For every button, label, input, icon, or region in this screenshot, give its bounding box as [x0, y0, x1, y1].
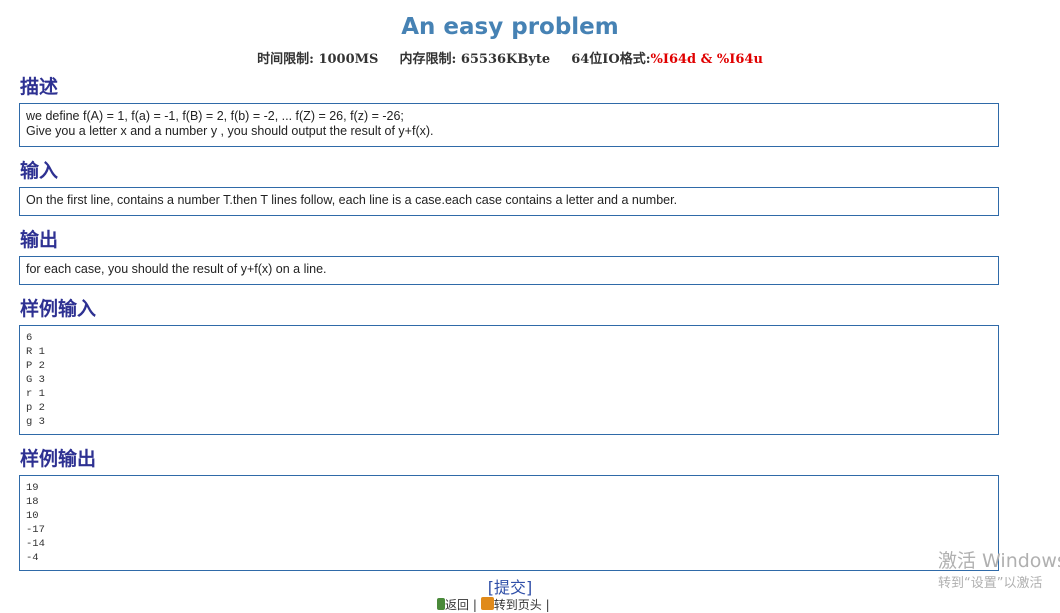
input-box: On the first line, contains a number T.t… — [19, 187, 999, 216]
time-limit-value: 1000MS — [318, 52, 379, 67]
top-link-label: 转到页头 — [493, 598, 542, 612]
description-line-2: Give you a letter x and a number y , you… — [26, 124, 434, 138]
back-link[interactable]: 返回 — [437, 598, 469, 612]
io-format-value: %I64d & %I64u — [650, 52, 763, 67]
bottom-links: 返回 | 转到页头 | — [437, 596, 550, 613]
problem-limits: 时间限制: 1000MS 内存限制: 65536KByte 64位IO格式:%I… — [0, 48, 1020, 67]
windows-activation-watermark: 激活 Windows 转到“设置”以激活 — [938, 549, 1060, 593]
submit-link[interactable]: 提交 — [494, 578, 526, 597]
sample-output-heading: 样例输出 — [20, 448, 97, 470]
output-box: for each case, you should the result of … — [19, 256, 999, 285]
link-separator: | — [472, 598, 477, 612]
watermark-line-1: 激活 Windows — [938, 550, 1060, 572]
sample-input-box: 6 R 1 P 2 G 3 r 1 p 2 g 3 — [19, 325, 999, 435]
sample-input-text: 6 R 1 P 2 G 3 r 1 p 2 g 3 — [26, 332, 45, 428]
time-limit-label: 时间限制: — [257, 52, 314, 67]
io-format-label: 64位IO格式: — [571, 52, 651, 67]
link-separator-end: | — [545, 598, 550, 612]
output-text: for each case, you should the result of … — [26, 262, 327, 276]
input-text: On the first line, contains a number T.t… — [26, 193, 678, 207]
back-link-label: 返回 — [445, 598, 470, 612]
sample-input-heading: 样例输入 — [20, 298, 97, 320]
back-arrow-icon — [437, 598, 445, 610]
submit-area: [提交] — [487, 578, 533, 597]
description-heading: 描述 — [20, 76, 59, 98]
input-heading: 输入 — [20, 160, 59, 182]
sample-output-box: 19 18 10 -17 -14 -4 — [19, 475, 999, 571]
sample-output-text: 19 18 10 -17 -14 -4 — [26, 482, 45, 564]
watermark-line-2: 转到“设置”以激活 — [938, 576, 1043, 591]
output-heading: 输出 — [20, 229, 59, 251]
top-link[interactable]: 转到页头 — [480, 597, 542, 612]
problem-title: An easy problem — [401, 14, 619, 40]
memory-limit-label: 内存限制: — [399, 52, 457, 67]
up-arrow-icon — [480, 597, 494, 610]
memory-limit-value: 65536KByte — [460, 52, 551, 67]
description-line-1: we define f(A) = 1, f(a) = -1, f(B) = 2,… — [26, 109, 404, 123]
description-box: we define f(A) = 1, f(a) = -1, f(B) = 2,… — [19, 103, 999, 147]
